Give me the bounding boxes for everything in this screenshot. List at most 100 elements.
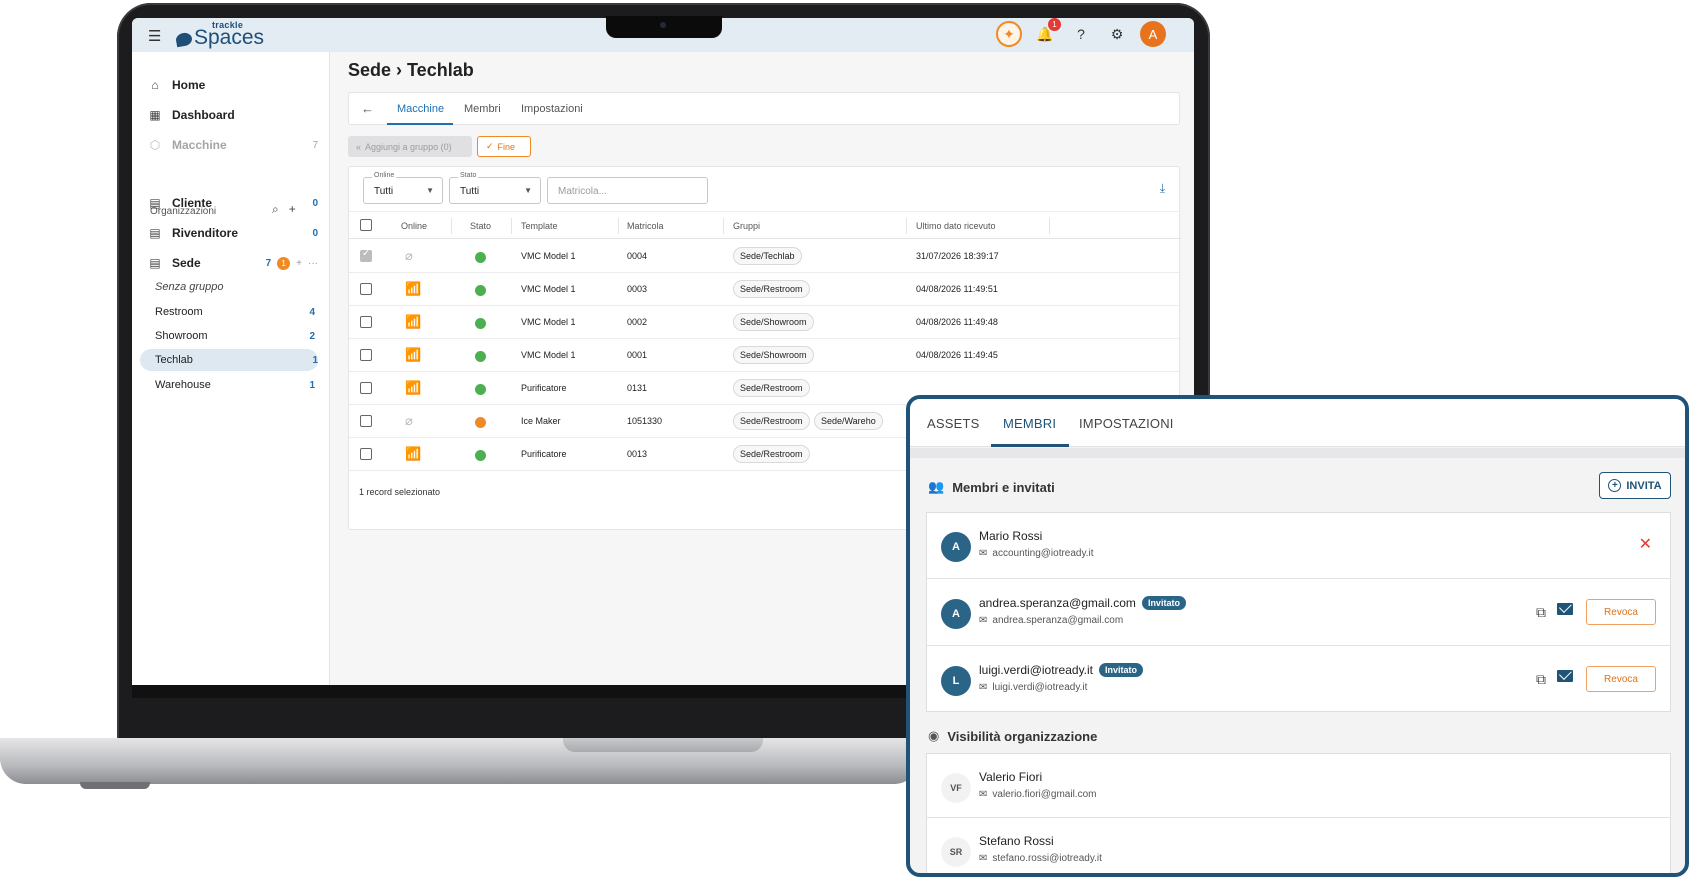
status-dot: [475, 384, 486, 395]
header-actions: ✦ 🔔 1 ? ⚙ A: [996, 18, 1166, 47]
add-to-group-button[interactable]: « Aggiungi a gruppo (0): [348, 136, 472, 157]
row-checkbox[interactable]: [360, 283, 372, 295]
sidebar-item-label: Sede: [172, 256, 201, 270]
member-row[interactable]: A Mario Rossi ✉ accounting@iotready.it ✕: [927, 513, 1670, 579]
machines-count: 7: [312, 139, 318, 151]
member-name-text: luigi.verdi@iotready.it: [979, 663, 1094, 677]
tab-assets[interactable]: ASSETS: [927, 416, 980, 431]
row-checkbox[interactable]: [360, 349, 372, 361]
remove-member-close-icon[interactable]: ✕: [1639, 534, 1652, 554]
member-email: ✉ andrea.speranza@gmail.com: [979, 615, 1123, 626]
back-arrow-icon[interactable]: ←: [361, 101, 374, 116]
resend-mail-icon[interactable]: [1557, 670, 1573, 682]
sidebar-item-dashboard[interactable]: ▦ Dashboard: [148, 104, 318, 126]
group-chip[interactable]: Sede/Restroom: [733, 280, 810, 298]
add-group-icon: «: [356, 141, 362, 152]
download-icon[interactable]: ⤓: [1160, 181, 1165, 196]
group-label: Techlab: [155, 354, 193, 366]
online-filter-select[interactable]: Online Tutti ▼: [363, 172, 443, 204]
panel-tabs: ASSETS MEMBRI IMPOSTAZIONI: [910, 399, 1685, 447]
table-row[interactable]: ⌀ VMC Model 1 0004 Sede/Techlab 31/07/2026 1…: [349, 240, 1181, 273]
sidebar-item-home[interactable]: ⌂ Home: [148, 74, 318, 96]
copy-link-icon[interactable]: ⧉: [1536, 604, 1546, 621]
row-checkbox[interactable]: [360, 448, 372, 460]
sidebar-item-machines[interactable]: ⬡ Macchine 7: [148, 134, 318, 156]
sidebar-item-sede[interactable]: ▤ Sede 7 1 + ···: [148, 252, 318, 274]
copy-link-icon[interactable]: ⧉: [1536, 671, 1546, 688]
notification-badge: 1: [1048, 18, 1061, 31]
menu-collapse-icon[interactable]: ☰: [148, 27, 161, 45]
column-header[interactable]: Template: [521, 221, 558, 231]
member-email: ✉ accounting@iotready.it: [979, 548, 1094, 559]
serial-cell: 0002: [627, 317, 648, 327]
group-chip[interactable]: Sede/Techlab: [733, 247, 802, 265]
visibility-row[interactable]: VF Valerio Fiori ✉ valerio.fiori@gmail.co…: [927, 754, 1670, 818]
row-checkbox[interactable]: [360, 248, 372, 262]
member-email: ✉ stefano.rossi@iotready.it: [979, 853, 1102, 864]
resend-mail-icon[interactable]: [1557, 603, 1573, 615]
revoke-button[interactable]: Revoca: [1586, 599, 1656, 625]
member-name-text: andrea.speranza@gmail.com: [979, 596, 1136, 610]
row-checkbox[interactable]: [360, 415, 372, 427]
column-header[interactable]: Gruppi: [733, 221, 760, 231]
member-row[interactable]: A andrea.speranza@gmail.com Invitato ✉ and…: [927, 580, 1670, 646]
column-header[interactable]: Online: [401, 221, 427, 231]
select-all-checkbox[interactable]: [360, 219, 372, 231]
sidebar-item-label: Macchine: [172, 138, 227, 152]
tab-membri[interactable]: Membri: [464, 103, 501, 115]
user-avatar[interactable]: A: [1140, 21, 1166, 47]
table-row[interactable]: 📶 VMC Model 1 0003 Sede/Restroom 04/08/2026 …: [349, 273, 1181, 306]
group-chip[interactable]: Sede/Restroom: [733, 445, 810, 463]
template-cell: Ice Maker: [521, 416, 561, 426]
sidebar-group-warehouse[interactable]: Warehouse 1: [155, 374, 315, 396]
member-email: ✉ luigi.verdi@iotready.it: [979, 682, 1087, 693]
visibility-row[interactable]: SR Stefano Rossi ✉ stefano.rossi@iotready…: [927, 818, 1670, 873]
serial-cell: 0013: [627, 449, 648, 459]
settings-gear-icon[interactable]: ⚙: [1104, 21, 1130, 47]
member-email-text: andrea.speranza@gmail.com: [992, 615, 1124, 626]
group-chip[interactable]: Sede/Showroom: [733, 313, 814, 331]
sidebar-group-techlab[interactable]: Techlab 1: [140, 349, 318, 371]
group-chip[interactable]: Sede/Restroom: [733, 412, 810, 430]
group-chip[interactable]: Sede/Showroom: [733, 346, 814, 364]
sidebar-group-senza-gruppo[interactable]: Senza gruppo: [155, 276, 315, 298]
tab-impostazioni[interactable]: Impostazioni: [521, 103, 583, 115]
revoke-button[interactable]: Revoca: [1586, 666, 1656, 692]
group-chip[interactable]: Sede/Restroom: [733, 379, 810, 397]
row-checkbox[interactable]: [360, 316, 372, 328]
serial-search-input[interactable]: Matricola...: [547, 177, 708, 204]
members-panel: ASSETS MEMBRI IMPOSTAZIONI 👥 Membri e in…: [906, 395, 1689, 877]
notifications-icon[interactable]: 🔔 1: [1032, 18, 1061, 47]
help-icon[interactable]: ?: [1068, 21, 1094, 47]
more-icon[interactable]: ···: [308, 258, 318, 269]
table-row[interactable]: 📶 VMC Model 1 0002 Sede/Showroom 04/08/2026 …: [349, 306, 1181, 339]
wifi-icon: 📶: [405, 347, 422, 362]
ai-assistant-icon[interactable]: ✦: [996, 21, 1022, 47]
tab-membri[interactable]: MEMBRI: [1003, 416, 1056, 431]
sidebar-item-cliente[interactable]: ▤ Cliente 0: [148, 192, 318, 214]
column-header[interactable]: Ultimo dato ricevuto: [916, 221, 996, 231]
status-filter-select[interactable]: Stato Tutti ▼: [449, 172, 541, 204]
sidebar-item-rivenditore[interactable]: ▤ Rivenditore 0: [148, 222, 318, 244]
tab-impostazioni[interactable]: IMPOSTAZIONI: [1079, 416, 1174, 431]
done-button[interactable]: ✓ Fine: [477, 136, 531, 157]
member-email-text: stefano.rossi@iotready.it: [992, 853, 1102, 864]
sidebar-group-showroom[interactable]: Showroom 2: [155, 325, 315, 347]
table-row[interactable]: 📶 VMC Model 1 0001 Sede/Showroom 04/08/2026 …: [349, 339, 1181, 372]
sidebar-group-restroom[interactable]: Restroom 4: [155, 301, 315, 323]
row-checkbox[interactable]: [360, 382, 372, 394]
tab-macchine[interactable]: Macchine: [397, 103, 444, 115]
group-label: Warehouse: [155, 379, 211, 391]
alert-badge: 1: [277, 256, 291, 270]
active-tab-indicator: [387, 123, 453, 125]
add-icon[interactable]: +: [296, 258, 302, 269]
member-row[interactable]: L luigi.verdi@iotready.it Invitato ✉ luigi…: [927, 647, 1670, 713]
invite-button[interactable]: + INVITA: [1599, 472, 1671, 499]
member-name: luigi.verdi@iotready.it Invitato: [979, 663, 1144, 677]
column-header[interactable]: Matricola: [627, 221, 664, 231]
button-label: Aggiungi a gruppo (0): [365, 141, 452, 152]
column-header[interactable]: Stato: [470, 221, 491, 231]
building-icon: ▤: [149, 226, 161, 240]
group-chip[interactable]: Sede/Wareho: [814, 412, 883, 430]
member-email-text: luigi.verdi@iotready.it: [992, 682, 1088, 693]
